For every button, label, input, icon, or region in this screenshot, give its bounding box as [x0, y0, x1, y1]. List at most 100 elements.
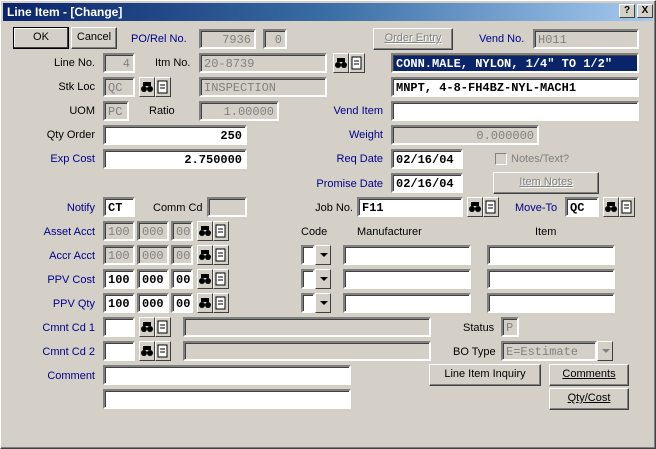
vend-item-field[interactable] — [391, 101, 639, 121]
job-no-field[interactable]: F11 — [357, 197, 463, 217]
ppv-qty-label: PPV Qty — [52, 298, 95, 310]
ratio-field: 1.00000 — [199, 101, 279, 121]
cmnt-cd-2-field[interactable] — [103, 341, 135, 361]
accr-acct-label: Accr Acct — [49, 250, 95, 262]
comments-button[interactable]: Comments — [549, 364, 629, 386]
ppv-qty-seg-3[interactable]: 00 — [171, 293, 193, 313]
cmnt-cd-1-label: Cmnt Cd 1 — [42, 322, 95, 334]
chevron-down-icon[interactable] — [315, 245, 331, 265]
code-field-3[interactable] — [301, 293, 315, 313]
code-field-1[interactable] — [301, 245, 315, 265]
asset-acct-seg-3: 00 — [171, 221, 193, 241]
binoculars-icon[interactable] — [197, 221, 213, 241]
binoculars-icon[interactable] — [603, 197, 619, 217]
req-date-label: Req Date — [336, 153, 383, 165]
promise-date-field[interactable]: 02/16/04 — [391, 173, 463, 193]
description-line-2-field[interactable]: MNPT, 4-8-FH4BZ-NYL-MACH1 — [391, 77, 639, 97]
binoculars-icon[interactable] — [467, 197, 483, 217]
item-notes-button: Item Notes — [493, 172, 599, 194]
code-field-2[interactable] — [301, 269, 315, 289]
line-no-label: Line No. — [54, 57, 95, 69]
binoculars-icon[interactable] — [139, 317, 155, 337]
uom-label: UOM — [69, 105, 95, 117]
manufacturer-field-1[interactable] — [343, 245, 471, 265]
ppv-qty-seg-2[interactable]: 000 — [137, 293, 169, 313]
notepad-icon[interactable] — [213, 245, 229, 265]
qty-cost-button[interactable]: Qty/Cost — [549, 388, 629, 410]
vend-no-label: Vend No. — [479, 33, 525, 45]
asset-acct-label: Asset Acct — [43, 226, 95, 238]
manufacturer-field-2[interactable] — [343, 269, 471, 289]
itm-no-field: 20-8739 — [199, 53, 327, 73]
stk-loc-label: Stk Loc — [58, 81, 95, 93]
stk-loc-desc-field: INSPECTION — [199, 77, 327, 97]
binoculars-icon[interactable] — [197, 293, 213, 313]
move-to-field[interactable]: QC — [565, 197, 599, 217]
comment-line-1-field[interactable] — [103, 365, 351, 385]
notepad-icon[interactable] — [619, 197, 635, 217]
line-item-window: Line Item - [Change] ? X OK Cancel PO/Re… — [0, 0, 656, 449]
cmnt-cd-1-field[interactable] — [103, 317, 135, 337]
order-entry-button: Order Entry — [373, 28, 453, 50]
ppv-cost-seg-2[interactable]: 000 — [137, 269, 169, 289]
comm-cd-field — [207, 197, 247, 217]
notepad-icon[interactable] — [155, 341, 171, 361]
help-button[interactable]: ? — [619, 4, 635, 18]
chevron-down-icon[interactable] — [315, 293, 331, 313]
binoculars-icon[interactable] — [333, 53, 349, 73]
notepad-icon[interactable] — [213, 293, 229, 313]
line-no-field: 4 — [103, 53, 135, 73]
notepad-icon[interactable] — [349, 53, 365, 73]
accr-acct-seg-3: 00 — [171, 245, 193, 265]
bo-type-label: BO Type — [453, 346, 496, 358]
asset-acct-seg-1: 100 — [103, 221, 135, 241]
cmnt-cd-1-desc-field — [183, 317, 431, 337]
ok-button[interactable]: OK — [13, 27, 69, 49]
ppv-cost-seg-1[interactable]: 100 — [103, 269, 135, 289]
ppv-qty-seg-1[interactable]: 100 — [103, 293, 135, 313]
notify-field[interactable]: CT — [103, 197, 135, 217]
notify-label: Notify — [66, 202, 95, 214]
binoculars-icon[interactable] — [139, 77, 155, 97]
vend-item-label: Vend Item — [333, 105, 383, 117]
job-no-label: Job No. — [315, 202, 353, 214]
item-field-2[interactable] — [487, 269, 615, 289]
comment-line-2-field[interactable] — [103, 389, 351, 409]
binoculars-icon[interactable] — [197, 269, 213, 289]
chevron-down-icon[interactable] — [315, 269, 331, 289]
weight-field: 0.000000 — [391, 125, 539, 145]
close-button[interactable]: X — [637, 4, 653, 18]
asset-acct-seg-2: 000 — [137, 221, 169, 241]
stk-loc-field: QC — [103, 77, 135, 97]
manufacturer-header: Manufacturer — [357, 226, 422, 238]
accr-acct-seg-2: 000 — [137, 245, 169, 265]
cancel-button[interactable]: Cancel — [71, 27, 117, 49]
bo-type-select: E=Estimate — [501, 341, 597, 361]
itm-no-label: Itm No. — [155, 57, 191, 69]
exp-cost-field[interactable]: 2.750000 — [103, 149, 247, 169]
req-date-field[interactable]: 02/16/04 — [391, 149, 463, 169]
ppv-cost-seg-3[interactable]: 00 — [171, 269, 193, 289]
item-header: Item — [535, 226, 557, 238]
window-title: Line Item - [Change] — [7, 5, 123, 19]
item-field-3[interactable] — [487, 293, 615, 313]
comm-cd-label: Comm Cd — [153, 202, 203, 214]
description-line-1-field[interactable]: CONN.MALE, NYLON, 1/4" TO 1/2" — [391, 53, 639, 73]
exp-cost-label: Exp Cost — [50, 153, 95, 165]
cmnt-cd-2-label: Cmnt Cd 2 — [42, 346, 95, 358]
weight-label: Weight — [348, 129, 383, 141]
notepad-icon[interactable] — [483, 197, 499, 217]
item-field-1[interactable] — [487, 245, 615, 265]
line-item-inquiry-button[interactable]: Line Item Inquiry — [429, 364, 541, 386]
notepad-icon[interactable] — [155, 77, 171, 97]
notepad-icon[interactable] — [213, 221, 229, 241]
binoculars-icon[interactable] — [139, 341, 155, 361]
po-no-field: 7936 — [199, 29, 256, 49]
vend-no-field: H011 — [533, 29, 639, 49]
notepad-icon[interactable] — [213, 269, 229, 289]
manufacturer-field-3[interactable] — [343, 293, 471, 313]
uom-field: PC — [103, 101, 129, 121]
notepad-icon[interactable] — [155, 317, 171, 337]
qty-order-field[interactable]: 250 — [103, 125, 247, 145]
binoculars-icon[interactable] — [197, 245, 213, 265]
